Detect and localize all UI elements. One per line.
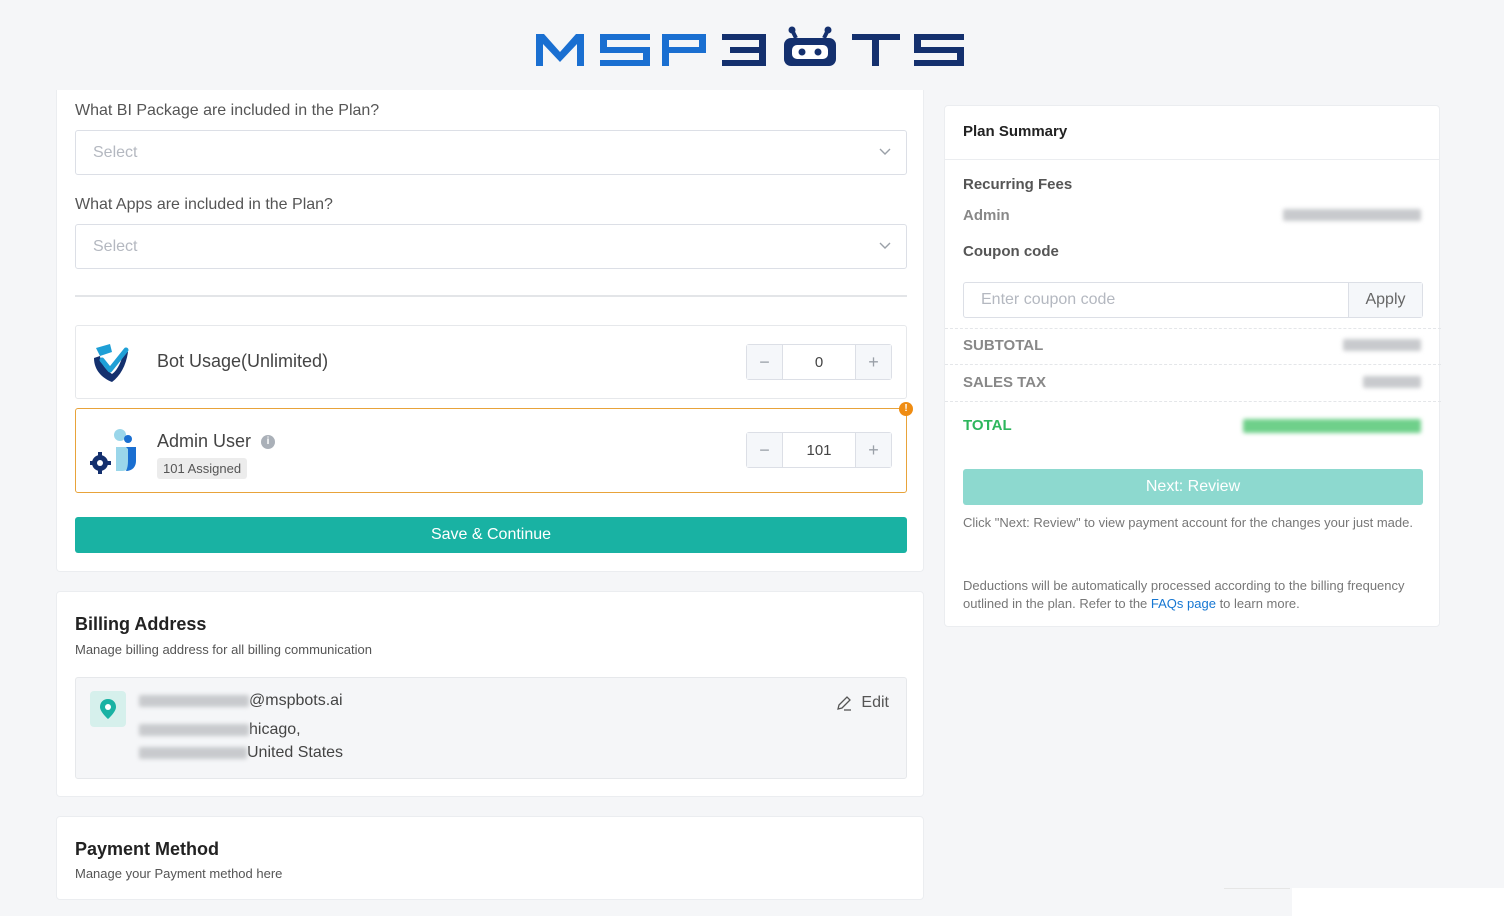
deduction-note: Deductions will be automatically process… xyxy=(963,577,1419,613)
decrement-button[interactable]: − xyxy=(747,433,783,467)
bot-usage-label: Bot Usage(Unlimited) xyxy=(157,351,329,371)
edit-address-button[interactable]: Edit xyxy=(835,694,889,712)
country-text: United States xyxy=(247,744,344,761)
bi-package-placeholder: Select xyxy=(93,144,138,161)
next-review-button[interactable]: Next: Review xyxy=(963,469,1423,505)
coupon-field: Apply xyxy=(963,282,1423,318)
billing-country-line: United States xyxy=(139,744,343,762)
bot-usage-item: Bot Usage(Unlimited) − 0 + xyxy=(75,325,907,399)
admin-fee-label: Admin xyxy=(963,207,1010,224)
plan-config-card: What BI Package are included in the Plan… xyxy=(56,90,924,572)
save-continue-button[interactable]: Save & Continue xyxy=(75,517,907,553)
email-suffix: @mspbots.ai xyxy=(249,692,343,709)
billing-title: Billing Address xyxy=(75,614,207,634)
plan-summary-card: Plan Summary Recurring Fees Admin Coupon… xyxy=(944,105,1441,627)
total-label: TOTAL xyxy=(963,417,1012,434)
warning-icon[interactable]: ! xyxy=(899,402,913,416)
divider xyxy=(945,401,1441,402)
recurring-fees-label: Recurring Fees xyxy=(963,176,1073,193)
apps-placeholder: Select xyxy=(93,238,138,255)
apps-label: What Apps are included in the Plan? xyxy=(75,196,333,213)
payment-method-card: Payment Method Manage your Payment metho… xyxy=(56,816,924,900)
payment-subtitle: Manage your Payment method here xyxy=(75,866,283,881)
divider xyxy=(945,328,1441,329)
subtotal-value xyxy=(1343,339,1421,351)
coupon-input[interactable] xyxy=(964,283,1349,317)
divider xyxy=(945,364,1441,365)
summary-header: Plan Summary xyxy=(945,106,1439,160)
city-text: hicago, xyxy=(249,721,301,738)
billing-street: hicago, xyxy=(139,721,301,739)
mspbots-logo xyxy=(536,26,964,66)
admin-user-value[interactable]: 101 xyxy=(783,433,855,467)
checkmark-shield-icon xyxy=(94,344,129,382)
sales-tax-label: SALES TAX xyxy=(963,374,1047,391)
chevron-down-icon xyxy=(879,242,891,249)
increment-button[interactable]: + xyxy=(855,433,891,467)
coupon-label: Coupon code xyxy=(963,243,1059,260)
pencil-icon xyxy=(837,696,852,711)
assigned-badge: 101 Assigned xyxy=(157,458,248,479)
decrement-button[interactable]: − xyxy=(747,345,783,379)
billing-subtitle: Manage billing address for all billing c… xyxy=(75,642,372,657)
admin-user-item: Admin User i 101 Assigned − 101 + xyxy=(75,408,907,493)
review-note: Click "Next: Review" to view payment acc… xyxy=(963,515,1413,530)
admin-user-stepper[interactable]: − 101 + xyxy=(746,432,892,468)
admin-user-gear-icon xyxy=(90,429,136,474)
apply-coupon-button[interactable]: Apply xyxy=(1348,283,1422,317)
faqs-link[interactable]: FAQs page xyxy=(1151,596,1216,611)
divider xyxy=(1224,888,1290,889)
summary-title: Plan Summary xyxy=(963,123,1068,140)
location-pin-icon xyxy=(90,691,126,727)
divider xyxy=(75,295,907,297)
sales-tax-value xyxy=(1363,376,1421,388)
bi-package-label: What BI Package are included in the Plan… xyxy=(75,102,380,119)
deduction-note-end: to learn more. xyxy=(1215,596,1300,611)
admin-user-label: Admin User xyxy=(157,431,252,451)
edit-label: Edit xyxy=(861,694,889,711)
address-box: @mspbots.ai hicago, United States Edit xyxy=(75,677,907,779)
apps-select[interactable]: Select xyxy=(75,224,907,269)
admin-fee-value xyxy=(1283,209,1421,221)
bot-usage-value[interactable]: 0 xyxy=(783,345,855,379)
bot-usage-stepper[interactable]: − 0 + xyxy=(746,344,892,380)
subtotal-label: SUBTOTAL xyxy=(963,337,1044,354)
bi-package-select[interactable]: Select xyxy=(75,130,907,175)
corner-panel xyxy=(1292,888,1504,916)
payment-title: Payment Method xyxy=(75,839,220,859)
billing-email: @mspbots.ai xyxy=(139,692,343,710)
info-icon[interactable]: i xyxy=(261,435,275,449)
increment-button[interactable]: + xyxy=(855,345,891,379)
total-value xyxy=(1243,419,1421,433)
chevron-down-icon xyxy=(879,148,891,155)
billing-address-card: Billing Address Manage billing address f… xyxy=(56,591,924,797)
